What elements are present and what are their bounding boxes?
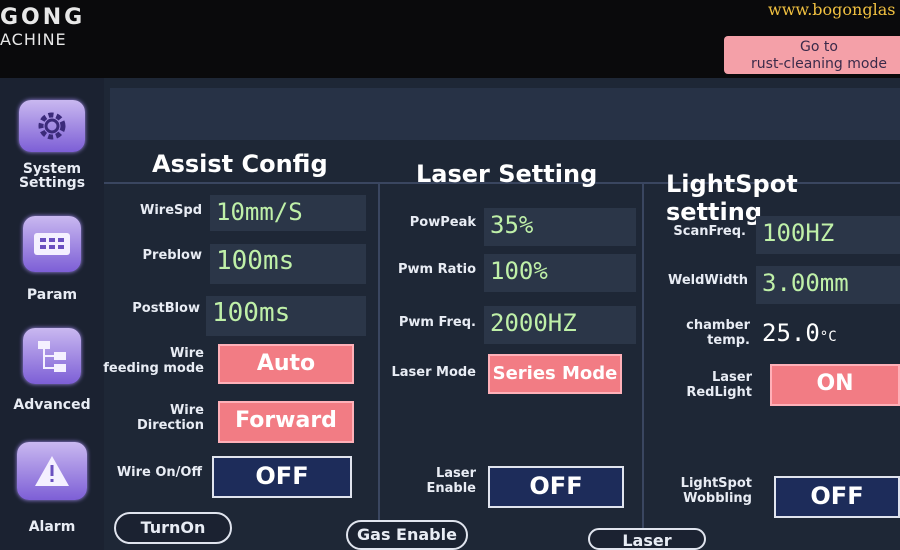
weldwidth-value[interactable]: 3.00mm <box>756 266 900 304</box>
wire-direction-label: Wire Direction <box>136 403 204 433</box>
laser-mode-label: Laser Mode <box>391 365 476 380</box>
feeding-mode-button[interactable]: Auto <box>218 344 354 384</box>
goto-rust-cleaning-button[interactable]: Go to rust-cleaning mode <box>724 36 900 74</box>
redlight-label: Laser RedLight <box>686 370 752 400</box>
powpeak-label: PowPeak <box>409 215 476 230</box>
wire-onoff-label: Wire On/Off <box>116 465 202 480</box>
website-watermark: www.bogonglas <box>768 0 896 19</box>
laser-enable-button[interactable]: OFF <box>488 466 624 508</box>
postblow-label: PostBlow <box>132 301 200 316</box>
laser-setting-title: Laser Setting <box>416 160 598 188</box>
sidebar-item-param[interactable]: Param <box>0 216 104 302</box>
redlight-button[interactable]: ON <box>770 364 900 406</box>
divider <box>642 182 644 542</box>
pwm-ratio-label: Pwm Ratio <box>398 262 476 277</box>
wirespd-label: WireSpd <box>140 203 202 218</box>
sidebar-item-advanced[interactable]: Advanced <box>0 328 104 412</box>
scanfreq-value[interactable]: 100HZ <box>756 216 900 254</box>
assist-config-title: Assist Config <box>152 150 328 178</box>
sidebar-label-param: Param <box>26 287 78 303</box>
laser-enable-label: Laser Enable <box>426 466 477 496</box>
turnon-button[interactable]: TurnOn <box>114 512 232 544</box>
tree-icon <box>23 328 81 384</box>
powpeak-value[interactable]: 35% <box>484 208 636 246</box>
chamber-temp-unit: °C <box>819 329 837 345</box>
laser-mode-button[interactable]: Series Mode <box>488 354 622 394</box>
sidebar-item-system-settings[interactable]: System Settings <box>0 100 104 190</box>
wobbling-button[interactable]: OFF <box>774 476 900 518</box>
scanfreq-label: ScanFreq. <box>673 224 746 239</box>
preblow-value[interactable]: 100ms <box>210 244 366 284</box>
gear-icon <box>19 100 85 152</box>
wire-direction-button[interactable]: Forward <box>218 401 354 443</box>
sidebar: System Settings Param Advanced Alarm <box>0 78 104 550</box>
weldwidth-label: WeldWidth <box>667 273 748 288</box>
sidebar-label-alarm: Alarm <box>28 519 76 535</box>
sidebar-label-system-settings: System Settings <box>18 161 86 191</box>
chamber-temp-number: 25.0 <box>762 319 820 347</box>
wire-onoff-button[interactable]: OFF <box>212 456 352 498</box>
pwm-freq-value[interactable]: 2000HZ <box>484 306 636 344</box>
pwm-ratio-value[interactable]: 100% <box>484 254 636 292</box>
keypad-icon <box>23 216 81 272</box>
wirespd-value[interactable]: 10mm/S <box>210 195 366 231</box>
sidebar-item-alarm[interactable]: Alarm <box>0 442 104 534</box>
sidebar-label-advanced: Advanced <box>13 397 91 413</box>
pwm-freq-label: Pwm Freq. <box>398 315 476 330</box>
top-bar <box>110 88 900 140</box>
chamber-temp-value: 25.0°C <box>756 316 900 354</box>
laser-button[interactable]: Laser <box>588 528 706 550</box>
logo-line1: GONG <box>0 5 86 30</box>
divider <box>378 182 380 542</box>
logo-line2: ACHINE <box>0 30 67 49</box>
preblow-label: Preblow <box>142 248 202 263</box>
warning-icon <box>17 442 87 500</box>
postblow-value[interactable]: 100ms <box>206 296 366 336</box>
gas-enable-button[interactable]: Gas Enable <box>346 520 468 550</box>
feeding-mode-label: Wire feeding mode <box>103 346 204 376</box>
chamber-temp-label: chamber temp. <box>686 318 750 348</box>
wobbling-label: LightSpot Wobbling <box>680 476 752 506</box>
brand-logo: GONG ACHINE <box>0 6 85 50</box>
